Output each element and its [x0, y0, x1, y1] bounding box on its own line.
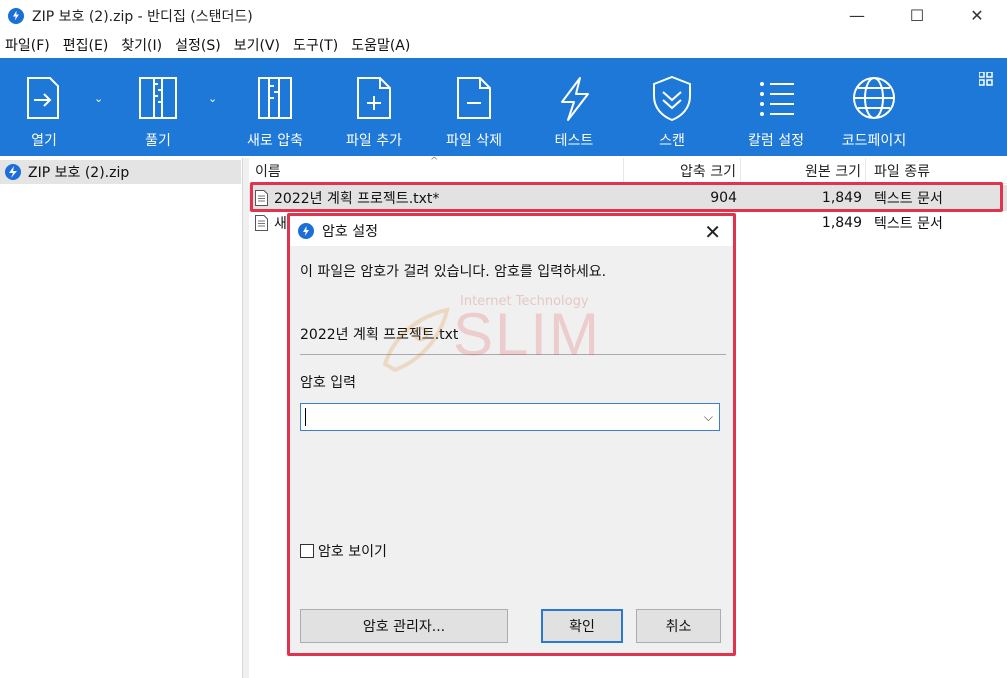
add-file-icon — [357, 77, 391, 119]
open-button[interactable]: 열기 — [18, 58, 70, 156]
row-highlight-annotation — [250, 182, 1003, 212]
window-title: ZIP 보호 (2).zip - 반디집 (스탠더드) — [32, 8, 253, 25]
test-label: 테스트 — [554, 133, 594, 149]
tree-item-label: ZIP 보호 (2).zip — [28, 165, 130, 181]
delete-file-button[interactable]: 파일 삭제 — [438, 58, 510, 156]
menu-tools[interactable]: 도구(T) — [293, 35, 338, 55]
dialog-close-button[interactable]: ✕ — [704, 220, 721, 244]
tree-item-root[interactable]: ZIP 보호 (2).zip — [0, 160, 241, 184]
text-file-icon — [255, 215, 268, 231]
dialog-divider — [300, 354, 726, 355]
file-name: 새 — [274, 216, 287, 232]
open-label: 열기 — [31, 133, 57, 149]
close-button[interactable]: ✕ — [947, 0, 1007, 31]
file-type: 텍스트 문서 — [874, 216, 943, 232]
bandizip-logo-icon — [8, 7, 24, 24]
column-header-type[interactable]: 파일 종류 — [866, 158, 1007, 184]
dialog-message: 이 파일은 암호가 걸려 있습니다. 암호를 입력하세요. — [300, 264, 607, 280]
layout-grid-icon[interactable] — [979, 72, 993, 86]
checkbox-box[interactable] — [300, 544, 314, 558]
maximize-button[interactable]: ☐ — [887, 0, 947, 31]
delete-file-label: 파일 삭제 — [446, 133, 502, 149]
menu-file[interactable]: 파일(F) — [5, 35, 50, 55]
dialog-title-bar: 암호 설정 ✕ — [290, 216, 733, 246]
window-controls: — ☐ ✕ — [827, 0, 1007, 31]
password-manager-button[interactable]: 암호 관리자... — [300, 609, 508, 643]
sort-ascending-icon: ^ — [430, 156, 439, 167]
archive-tree: ZIP 보호 (2).zip — [0, 158, 243, 678]
title-bar: ZIP 보호 (2).zip - 반디집 (스탠더드) — ☐ ✕ — [0, 0, 1007, 31]
show-password-label: 암호 보이기 — [318, 544, 387, 560]
open-icon — [27, 77, 59, 119]
text-caret — [305, 408, 306, 426]
add-file-button[interactable]: 파일 추가 — [338, 58, 410, 156]
password-dialog: 암호 설정 ✕ 이 파일은 암호가 걸려 있습니다. 암호를 입력하세요. 20… — [287, 213, 736, 656]
delete-file-icon — [457, 77, 491, 119]
minimize-button[interactable]: — — [827, 0, 887, 31]
menu-help[interactable]: 도움말(A) — [351, 35, 410, 55]
menu-settings[interactable]: 설정(S) — [175, 35, 221, 55]
column-header-compressed[interactable]: 압축 크기 — [624, 158, 741, 184]
list-header: ^ 이름 압축 크기 원본 크기 파일 종류 — [249, 156, 1007, 184]
menu-edit[interactable]: 편집(E) — [63, 35, 109, 55]
new-archive-button[interactable]: 새로 압축 — [240, 58, 310, 156]
menu-view[interactable]: 보기(V) — [234, 35, 280, 55]
lightning-icon — [561, 77, 589, 121]
toolbar: 열기 ⌄ 풀기 ⌄ 새로 압축 파일 추가 파일 삭제 테스트 스캔 칼럼 설정… — [0, 58, 1007, 156]
zip-archive-icon — [5, 164, 21, 180]
extract-dropdown-chevron-icon[interactable]: ⌄ — [208, 92, 217, 105]
ok-button[interactable]: 확인 — [541, 609, 623, 643]
test-button[interactable]: 테스트 — [548, 58, 600, 156]
column-settings-label: 칼럼 설정 — [748, 133, 804, 149]
list-icon — [760, 82, 794, 116]
add-file-label: 파일 추가 — [346, 133, 402, 149]
cancel-button[interactable]: 취소 — [636, 609, 721, 643]
open-dropdown-chevron-icon[interactable]: ⌄ — [94, 92, 103, 105]
extract-button[interactable]: 풀기 — [132, 58, 184, 156]
menu-find[interactable]: 찾기(I) — [121, 35, 162, 55]
globe-icon — [853, 77, 895, 119]
password-input[interactable]: ⌵ — [300, 403, 720, 431]
chevron-down-icon[interactable]: ⌵ — [704, 410, 713, 425]
menu-bar: 파일(F) 편집(E) 찾기(I) 설정(S) 보기(V) 도구(T) 도움말(… — [0, 31, 1007, 58]
dialog-filename: 2022년 계획 프로젝트.txt — [300, 327, 459, 343]
password-label: 암호 입력 — [300, 375, 356, 391]
new-archive-icon — [258, 77, 292, 119]
bandizip-logo-icon — [298, 223, 314, 239]
column-header-original[interactable]: 원본 크기 — [741, 158, 866, 184]
scan-button[interactable]: 스캔 — [646, 58, 698, 156]
dialog-title: 암호 설정 — [322, 224, 378, 240]
extract-label: 풀기 — [145, 133, 171, 149]
new-archive-label: 새로 압축 — [247, 133, 303, 149]
codepage-label: 코드페이지 — [841, 133, 907, 149]
shield-icon — [653, 75, 691, 122]
codepage-button[interactable]: 코드페이지 — [838, 58, 910, 156]
show-password-checkbox[interactable]: 암호 보이기 — [300, 541, 387, 561]
original-size: 1,849 — [821, 215, 862, 231]
column-settings-button[interactable]: 칼럼 설정 — [740, 58, 812, 156]
scan-label: 스캔 — [659, 133, 685, 149]
zipper-icon — [139, 77, 177, 119]
